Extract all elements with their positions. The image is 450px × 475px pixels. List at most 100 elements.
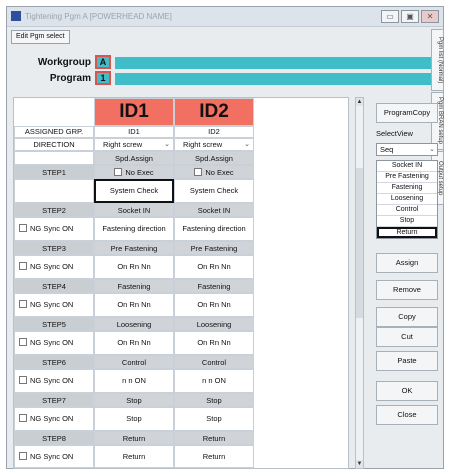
step5-header-id1[interactable]: Loosening xyxy=(94,317,174,331)
spd-assign-id2[interactable]: Spd.Assign xyxy=(174,151,254,165)
step8-body-id1[interactable]: Return xyxy=(94,445,174,468)
checkbox[interactable] xyxy=(19,452,27,460)
ng-sync-row[interactable]: NG Sync ON xyxy=(14,293,94,317)
step6-body-id1[interactable]: n n ON xyxy=(94,369,174,393)
scroll-down-icon[interactable]: ▼ xyxy=(356,460,363,468)
chevron-down-icon: ⌄ xyxy=(429,146,435,153)
step8-header-id1[interactable]: Return xyxy=(94,431,174,445)
view-item-return[interactable]: Return xyxy=(377,227,437,238)
window-title: Tightening Pgm A [POWERHEAD NAME] xyxy=(25,12,172,21)
step5-body-id1[interactable]: On Rn Nn xyxy=(94,331,174,355)
spd-assign-id1[interactable]: Spd.Assign xyxy=(94,151,174,165)
step7-header-id1[interactable]: Stop xyxy=(94,393,174,407)
ng-sync-row[interactable]: NG Sync ON xyxy=(14,255,94,279)
program-copy-button[interactable]: ProgramCopy xyxy=(376,103,438,123)
step4-header-id2[interactable]: Fastening xyxy=(174,279,254,293)
assign-button[interactable]: Assign xyxy=(376,253,438,273)
no-exec-id1[interactable]: No Exec xyxy=(94,165,174,179)
view-item-socket-in[interactable]: Socket IN xyxy=(377,161,437,172)
step3-header-id2[interactable]: Pre Fastening xyxy=(174,241,254,255)
tab-pgm-list[interactable]: Pgm list (Normal) xyxy=(431,29,444,91)
step6-body-id2[interactable]: n n ON xyxy=(174,369,254,393)
no-exec-id2[interactable]: No Exec xyxy=(174,165,254,179)
ok-button[interactable]: OK xyxy=(376,381,438,401)
step3-header-id1[interactable]: Pre Fastening xyxy=(94,241,174,255)
step7-body-id1[interactable]: Stop xyxy=(94,407,174,431)
direction-select-id2[interactable]: Right screw ⌄ xyxy=(174,138,254,151)
checkbox[interactable] xyxy=(19,376,27,384)
step2-label: STEP2 xyxy=(14,203,94,217)
no-exec-label: No Exec xyxy=(125,168,154,177)
no-exec-label: No Exec xyxy=(205,168,234,177)
step7-header-id2[interactable]: Stop xyxy=(174,393,254,407)
fastening-direction-id1[interactable]: Fastening direction xyxy=(94,217,174,241)
step6-header-id1[interactable]: Control xyxy=(94,355,174,369)
checkbox[interactable] xyxy=(19,262,27,270)
workgroup-bar xyxy=(115,57,431,69)
system-check-id1[interactable]: System Check xyxy=(94,179,174,203)
view-item-loosening[interactable]: Loosening xyxy=(377,194,437,205)
column-header-id1[interactable]: ID1 xyxy=(94,98,174,126)
scroll-thumb[interactable] xyxy=(356,168,363,318)
maximize-button[interactable]: ▣ xyxy=(401,10,419,23)
column-header-id2[interactable]: ID2 xyxy=(174,98,254,126)
scroll-up-icon[interactable]: ▲ xyxy=(356,98,363,106)
ng-sync-row[interactable]: NG Sync ON xyxy=(14,407,94,431)
cut-button[interactable]: Cut xyxy=(376,327,438,347)
program-grid: ID1 ID2 ASSIGNED GRP. ID1 ID2 DIRECTION … xyxy=(13,97,349,469)
close-button[interactable]: Close xyxy=(376,405,438,425)
step8-header-id2[interactable]: Return xyxy=(174,431,254,445)
step3-body-id1[interactable]: On Rn Nn xyxy=(94,255,174,279)
direction-select-id1[interactable]: Right screw ⌄ xyxy=(94,138,174,151)
system-check-id2[interactable]: System Check xyxy=(174,179,254,203)
checkbox[interactable] xyxy=(114,168,123,176)
checkbox[interactable] xyxy=(19,300,27,308)
socket-in-id1[interactable]: Socket IN xyxy=(94,203,174,217)
checkbox[interactable] xyxy=(19,224,27,232)
step5-header-id2[interactable]: Loosening xyxy=(174,317,254,331)
select-view-dropdown[interactable]: Seq ⌄ xyxy=(376,143,438,156)
workgroup-label: Workgroup xyxy=(37,57,91,68)
step4-body-id2[interactable]: On Rn Nn xyxy=(174,293,254,317)
ng-sync-row[interactable]: NG Sync ON xyxy=(14,369,94,393)
checkbox[interactable] xyxy=(19,338,27,346)
close-window-button[interactable]: ✕ xyxy=(421,10,439,23)
fastening-direction-id2[interactable]: Fastening direction xyxy=(174,217,254,241)
step8-body-id2[interactable]: Return xyxy=(174,445,254,468)
ng-sync-label: NG Sync ON xyxy=(30,224,74,233)
checkbox[interactable] xyxy=(19,414,27,422)
ng-sync-row[interactable]: NG Sync ON xyxy=(14,331,94,355)
paste-button[interactable]: Paste xyxy=(376,351,438,371)
assigned-grp-id1[interactable]: ID1 xyxy=(94,126,174,138)
step5-body-id2[interactable]: On Rn Nn xyxy=(174,331,254,355)
edit-pgm-select-button[interactable]: Edit Pgm select xyxy=(11,30,70,44)
ng-sync-row[interactable]: NG Sync ON xyxy=(14,445,94,468)
minimize-button[interactable]: ▭ xyxy=(381,10,399,23)
ng-sync-label: NG Sync ON xyxy=(30,414,74,423)
select-view-value: Seq xyxy=(380,145,394,154)
spd-assign-blank xyxy=(14,151,94,165)
step4-header-id1[interactable]: Fastening xyxy=(94,279,174,293)
step7-body-id2[interactable]: Stop xyxy=(174,407,254,431)
ng-sync-row[interactable]: NG Sync ON xyxy=(14,217,94,241)
program-value[interactable]: 1 xyxy=(95,71,111,85)
remove-button[interactable]: Remove xyxy=(376,280,438,300)
view-item-stop[interactable]: Stop xyxy=(377,216,437,227)
grid-scrollbar[interactable]: ▲ ▼ xyxy=(355,97,364,469)
step8-label: STEP8 xyxy=(14,431,94,445)
copy-button[interactable]: Copy xyxy=(376,307,438,327)
view-list: Socket IN Pre Fastening Fastening Loosen… xyxy=(376,160,438,239)
view-item-pre-fastening[interactable]: Pre Fastening xyxy=(377,172,437,183)
ng-sync-label: NG Sync ON xyxy=(30,376,74,385)
step4-body-id1[interactable]: On Rn Nn xyxy=(94,293,174,317)
step6-header-id2[interactable]: Control xyxy=(174,355,254,369)
view-item-fastening[interactable]: Fastening xyxy=(377,183,437,194)
workgroup-value[interactable]: A xyxy=(95,55,111,69)
socket-in-id2[interactable]: Socket IN xyxy=(174,203,254,217)
view-item-control[interactable]: Control xyxy=(377,205,437,216)
assigned-grp-id2[interactable]: ID2 xyxy=(174,126,254,138)
select-view-label: SelectView xyxy=(376,129,413,138)
app-icon xyxy=(11,11,21,21)
step3-body-id2[interactable]: On Rn Nn xyxy=(174,255,254,279)
checkbox[interactable] xyxy=(194,168,203,176)
